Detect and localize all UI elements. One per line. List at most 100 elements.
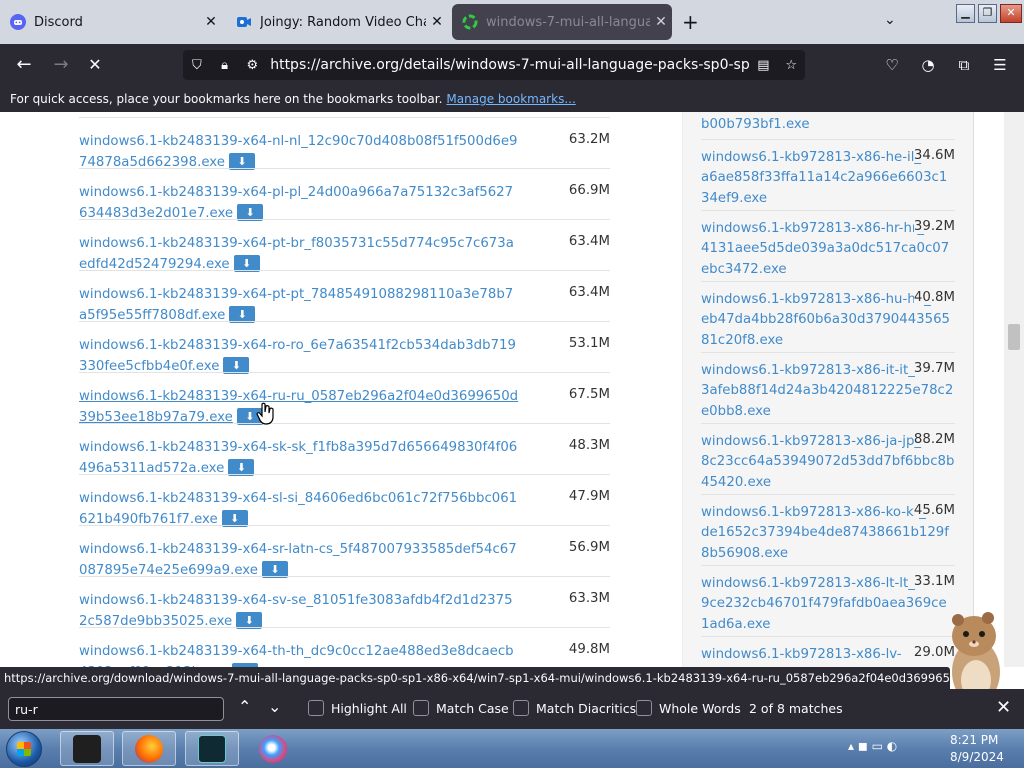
- minimize-icon[interactable]: ▁: [956, 4, 975, 23]
- checkbox-label: Highlight All: [331, 700, 407, 716]
- file-link[interactable]: windows6.1-kb2483139-x64-ru-ru_0587eb296…: [79, 389, 518, 425]
- list-item: windows6.1-kb972813-x86-ja-jp_08758c23cc…: [701, 423, 955, 494]
- file-size: 48.3M: [568, 438, 610, 453]
- clock-time[interactable]: 8:21 PM: [950, 733, 998, 747]
- checkbox-box[interactable]: [413, 700, 429, 716]
- back-arrow-icon[interactable]: ←: [11, 52, 37, 78]
- close-icon[interactable]: ✕: [200, 14, 222, 30]
- taskbar-app-monitor[interactable]: [185, 731, 239, 766]
- permissions-icon[interactable]: ⚙︎: [238, 58, 266, 73]
- window-close-icon[interactable]: ✕: [1000, 4, 1022, 23]
- stop-loading-icon[interactable]: ✕: [82, 52, 108, 78]
- tab-joingy[interactable]: Joingy: Random Video Chat Ro ✕: [226, 4, 448, 40]
- checkbox-label: Match Case: [436, 700, 509, 716]
- taskbar-app-explorer[interactable]: [60, 731, 114, 766]
- file-link[interactable]: windows6.1-kb2483139-x64-sr-latn-cs_5f48…: [79, 542, 517, 578]
- url-bar[interactable]: ⛉ 🔒︎ ⚙︎ https://archive.org/details/wind…: [183, 50, 805, 80]
- whole-words-checkbox[interactable]: Whole Words: [636, 700, 741, 716]
- highlight-all-checkbox[interactable]: Highlight All: [308, 700, 407, 716]
- file-size: 47.9M: [568, 489, 610, 504]
- file-link[interactable]: windows6.1-kb2483139-x64-pl-pl_24d00a966…: [79, 185, 513, 221]
- file-size: 56.9M: [568, 540, 610, 555]
- table-row: windows6.1-kb2483139-x64-ru-ru_0587eb296…: [79, 372, 610, 425]
- link-status-bar: https://archive.org/download/windows-7-m…: [0, 667, 950, 689]
- file-size: 63.4M: [568, 285, 610, 300]
- file-link[interactable]: windows6.1-kb2483139-x64-sv-se_81051fe30…: [79, 593, 513, 629]
- menu-icon[interactable]: ☰: [989, 54, 1011, 76]
- taskbar: ▴ ◼ ▭ ◐ 8:21 PM 8/9/2024: [0, 729, 1024, 768]
- file-size: 33.1M: [913, 574, 955, 589]
- close-icon[interactable]: ✕: [650, 14, 672, 30]
- tab-title: Joingy: Random Video Chat Ro: [260, 14, 426, 30]
- table-row: windows6.1-kb2483139-x64-nl-nl_12c90c70d…: [79, 117, 610, 170]
- checkbox-box[interactable]: [513, 700, 529, 716]
- reader-view-icon[interactable]: ▤: [750, 58, 778, 73]
- maximize-icon[interactable]: ❐: [978, 4, 997, 23]
- tab-archive-active[interactable]: windows-7-mui-all-language-p ✕: [452, 4, 672, 40]
- discord-icon: [10, 14, 26, 30]
- related-files-panel: b00b793bf1.exe windows6.1-kb972813-x86-h…: [682, 112, 974, 667]
- file-size: 39.2M: [913, 219, 955, 234]
- taskbar-app-firefox[interactable]: [122, 731, 176, 766]
- file-size: 63.3M: [568, 591, 610, 606]
- match-count: 2 of 8 matches: [749, 701, 843, 716]
- chevron-up-icon[interactable]: ⌃: [238, 697, 251, 716]
- list-item: windows6.1-kb972813-x86-lv- 29.0M: [701, 636, 955, 667]
- navigation-toolbar: ← → ✕ ⛉ 🔒︎ ⚙︎ https://archive.org/detail…: [0, 44, 1024, 86]
- pocket-icon[interactable]: ♡: [881, 54, 903, 76]
- taskbar-app-browser[interactable]: [246, 731, 300, 766]
- start-button[interactable]: [6, 731, 42, 767]
- table-row: windows6.1-kb2483139-x64-sv-se_81051fe30…: [79, 576, 610, 629]
- firefox-icon: [135, 735, 163, 763]
- match-diacritics-checkbox[interactable]: Match Diacritics: [513, 700, 636, 716]
- new-tab-icon[interactable]: +: [682, 10, 699, 34]
- tab-discord[interactable]: Discord ✕: [0, 4, 222, 40]
- table-row: windows6.1-kb2483139-x64-ro-ro_6e7a63541…: [79, 321, 610, 374]
- clock-date[interactable]: 8/9/2024: [950, 750, 1004, 764]
- scrollbar-thumb[interactable]: [1008, 324, 1020, 350]
- file-size: 49.8M: [568, 642, 610, 657]
- match-case-checkbox[interactable]: Match Case: [413, 700, 509, 716]
- table-row: windows6.1-kb2483139-x64-pt-pt_784854910…: [79, 270, 610, 323]
- url-text[interactable]: https://archive.org/details/windows-7-mu…: [270, 57, 749, 73]
- list-item: windows6.1-kb972813-x86-ko-kr_bb2de1652c…: [701, 494, 955, 565]
- vertical-scrollbar[interactable]: [1004, 112, 1024, 667]
- file-link[interactable]: windows6.1-kb2483139-x64-pt-pt_784854910…: [79, 287, 513, 323]
- checkbox-label: Match Diacritics: [536, 700, 637, 716]
- table-row: windows6.1-kb2483139-x64-th-th_dc9c0cc12…: [79, 627, 610, 667]
- file-link[interactable]: b00b793bf1.exe: [701, 115, 955, 135]
- account-icon[interactable]: ◔: [917, 54, 939, 76]
- table-row: windows6.1-kb2483139-x64-pt-br_f8035731c…: [79, 219, 610, 272]
- forward-arrow-icon[interactable]: →: [48, 52, 74, 78]
- close-icon[interactable]: ✕: [426, 14, 448, 30]
- browser-icon: [259, 735, 287, 763]
- file-link[interactable]: windows6.1-kb2483139-x64-sl-si_84606ed6b…: [79, 491, 517, 527]
- file-link[interactable]: windows6.1-kb2483139-x64-ro-ro_6e7a63541…: [79, 338, 516, 374]
- tab-title: windows-7-mui-all-language-p: [486, 14, 650, 30]
- shield-icon[interactable]: ⛉: [183, 58, 211, 73]
- checkbox-label: Whole Words: [659, 700, 741, 716]
- lock-icon[interactable]: 🔒︎: [211, 58, 239, 73]
- system-tray[interactable]: ▴ ◼ ▭ ◐: [848, 739, 897, 753]
- file-size: 53.1M: [568, 336, 610, 351]
- table-row: windows6.1-kb2483139-x64-sl-si_84606ed6b…: [79, 474, 610, 527]
- manage-bookmarks-link[interactable]: Manage bookmarks...: [446, 92, 575, 106]
- list-item: windows6.1-kb972813-x86-hu-hu_12feb47da4…: [701, 281, 955, 352]
- checkbox-box[interactable]: [308, 700, 324, 716]
- file-link[interactable]: windows6.1-kb2483139-x64-th-th_dc9c0cc12…: [79, 644, 514, 667]
- joingy-icon: [237, 17, 251, 27]
- chevron-down-icon[interactable]: ⌄: [884, 12, 896, 28]
- loading-icon: [462, 14, 478, 30]
- bookmarks-hint: For quick access, place your bookmarks h…: [10, 92, 443, 106]
- extensions-icon[interactable]: ⧉: [953, 54, 975, 76]
- checkbox-box[interactable]: [636, 700, 652, 716]
- star-icon[interactable]: ☆: [777, 58, 805, 73]
- file-link[interactable]: windows6.1-kb2483139-x64-nl-nl_12c90c70d…: [79, 134, 518, 170]
- tab-strip: Discord ✕ Joingy: Random Video Chat Ro ✕…: [0, 0, 1024, 44]
- file-link[interactable]: windows6.1-kb2483139-x64-pt-br_f8035731c…: [79, 236, 514, 272]
- file-link[interactable]: windows6.1-kb2483139-x64-sk-sk_f1fb8a395…: [79, 440, 517, 476]
- chevron-down-icon[interactable]: ⌄: [268, 697, 281, 716]
- find-input[interactable]: [8, 697, 224, 721]
- close-find-icon[interactable]: ✕: [996, 697, 1011, 718]
- file-size: 63.2M: [568, 132, 610, 147]
